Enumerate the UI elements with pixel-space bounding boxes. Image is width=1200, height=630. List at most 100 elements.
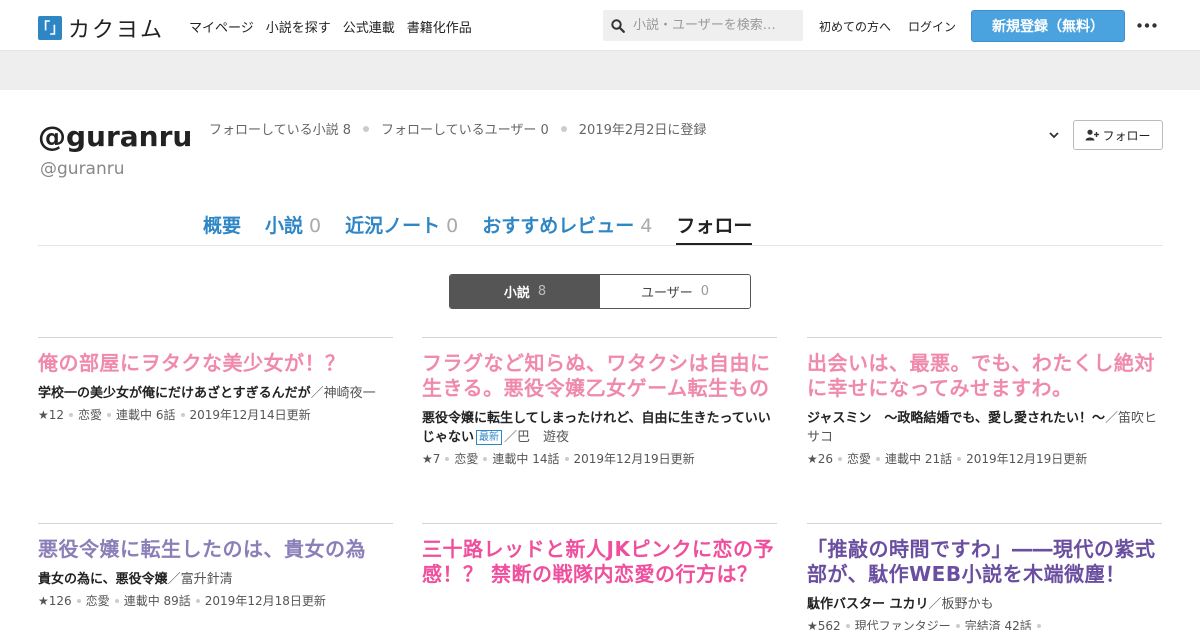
genre[interactable]: 恋愛 <box>454 452 478 466</box>
novel-card: 「推敲の時間ですわ」――現代の紫式部が、駄作WEB小説を木端微塵！ 駄作バスター… <box>807 523 1162 630</box>
separator-dot <box>76 599 81 603</box>
nav-mypage[interactable]: マイページ <box>189 17 254 36</box>
updated-date: 2019年12月18日更新 <box>204 594 326 608</box>
follow-type-switch: 小説 8 ユーザー 0 <box>449 274 751 309</box>
separator-dot <box>1036 624 1041 628</box>
search-icon[interactable] <box>603 10 633 41</box>
separator-dot <box>195 599 200 603</box>
tab-overview[interactable]: 概要 <box>203 211 241 246</box>
star-count: ★12 <box>38 408 65 422</box>
novel-card: 悪役令嬢に転生したのは、貴女の為 貴女の為に、悪役令嬢／富升針清 ★126 恋愛連… <box>38 523 393 609</box>
episode-status: 完結済 42話 <box>964 619 1032 630</box>
star-count: ★26 <box>807 452 834 466</box>
novel-catchphrase: ジャスミン 〜政略結婚でも、愛し愛されたい！〜／笛吹ヒサコ <box>807 409 1162 447</box>
separator-dot <box>876 457 881 461</box>
following-users-count[interactable]: フォローしているユーザー 0 <box>381 119 549 138</box>
novel-title[interactable]: 三十路レッドと新人JKピンクに恋の予感！？ 禁断の戦隊内恋愛の行方は？ <box>422 537 777 587</box>
genre[interactable]: 恋愛 <box>78 408 102 422</box>
novel-meta: ★7 恋愛 連載中 14話 2019年12月19日更新 <box>422 451 777 467</box>
following-novels-count[interactable]: フォローしている小説 8 <box>209 119 351 138</box>
segment-count: 8 <box>537 284 547 299</box>
site-header: 「」 カクヨム マイページ 小説を探す 公式連載 書籍化作品 初めての方へ ログ… <box>0 0 1200 51</box>
novel-title[interactable]: 悪役令嬢に転生したのは、貴女の為 <box>38 537 393 562</box>
separator-dot <box>445 457 450 461</box>
novel-catchphrase: 駄作バスター ユカリ／板野かも <box>807 595 1162 614</box>
episode-status: 連載中 89話 <box>123 594 191 608</box>
separator-dot <box>560 125 567 132</box>
nav-official-series[interactable]: 公式連載 <box>343 17 395 36</box>
novel-card: 俺の部屋にヲタクな美少女が！？ 学校一の美少女が俺にだけあざとすぎるんだが／神崎… <box>38 337 393 423</box>
search-input[interactable] <box>633 18 793 33</box>
separator-dot <box>107 413 112 417</box>
genre[interactable]: 恋愛 <box>86 594 110 608</box>
separator-dot <box>114 599 119 603</box>
episode-status: 連載中 6話 <box>116 408 176 422</box>
separator-dot <box>838 457 843 461</box>
segment-novels[interactable]: 小説 8 <box>450 275 600 308</box>
profile-stats: フォローしている小説 8 フォローしているユーザー 0 2019年2月2日に登録 <box>209 119 706 138</box>
separator-dot <box>957 457 962 461</box>
segment-count: 0 <box>700 284 710 299</box>
novel-card: 三十路レッドと新人JKピンクに恋の予感！？ 禁断の戦隊内恋愛の行方は？ <box>422 523 777 587</box>
genre[interactable]: 恋愛 <box>847 452 871 466</box>
novel-catchphrase: 学校一の美少女が俺にだけあざとすぎるんだが／神崎夜一 <box>38 384 393 403</box>
genre[interactable]: 現代ファンタジー <box>855 619 951 630</box>
star-count: ★126 <box>38 594 72 608</box>
tab-count: 0 <box>446 215 459 237</box>
nav-find-novels[interactable]: 小説を探す <box>266 17 331 36</box>
star-count: ★562 <box>807 619 841 630</box>
segment-label: ユーザー <box>640 286 693 301</box>
tab-updates[interactable]: 近況ノート 0 <box>345 211 458 246</box>
novel-card: 出会いは、最悪。でも、わたくし絶対に幸せになってみせますわ。 ジャスミン 〜政略… <box>807 337 1162 467</box>
segment-users[interactable]: ユーザー 0 <box>600 275 750 308</box>
separator-dot <box>955 624 960 628</box>
new-badge: 最新 <box>476 430 503 445</box>
add-user-icon <box>1085 129 1100 141</box>
tab-label: 近況ノート <box>345 215 441 237</box>
tabs-divider <box>38 245 1163 246</box>
separator-dot <box>564 457 569 461</box>
tab-label: フォロー <box>676 215 753 237</box>
novel-title[interactable]: 出会いは、最悪。でも、わたくし絶対に幸せになってみせますわ。 <box>807 351 1162 401</box>
catch-text: 貴女の為に、悪役令嬢 <box>38 572 168 587</box>
author-link[interactable]: ／巴 遊夜 <box>504 430 569 445</box>
tab-count: 4 <box>640 215 653 237</box>
tab-novels[interactable]: 小説 0 <box>265 211 321 246</box>
signup-button[interactable]: 新規登録（無料） <box>971 10 1125 42</box>
tab-reviews[interactable]: おすすめレビュー 4 <box>482 211 652 246</box>
tab-label: 小説 <box>265 215 304 237</box>
separator-dot <box>180 413 185 417</box>
follow-button[interactable]: フォロー <box>1073 120 1163 150</box>
tab-label: おすすめレビュー <box>482 215 635 237</box>
tab-count: 0 <box>309 215 322 237</box>
novel-meta: ★126 恋愛 連載中 89話 2019年12月18日更新 <box>38 593 393 609</box>
catch-text: ジャスミン 〜政略結婚でも、愛し愛されたい！〜 <box>807 411 1105 426</box>
logo-text: カクヨム <box>68 18 165 43</box>
login-link[interactable]: ログイン <box>908 18 956 35</box>
site-logo[interactable]: 「」 カクヨム <box>36 12 165 44</box>
separator-dot <box>69 413 74 417</box>
chevron-down-icon[interactable] <box>1046 127 1062 143</box>
author-link[interactable]: ／富升針清 <box>168 572 233 587</box>
star-count: ★7 <box>422 452 441 466</box>
author-link[interactable]: ／板野かも <box>929 597 994 612</box>
tab-follow[interactable]: フォロー <box>676 211 753 246</box>
episode-status: 連載中 21話 <box>885 452 953 466</box>
novel-title[interactable]: 「推敲の時間ですわ」――現代の紫式部が、駄作WEB小説を木端微塵！ <box>807 537 1162 587</box>
registered-date: 2019年2月2日に登録 <box>578 123 707 138</box>
catch-text: 学校一の美少女が俺にだけあざとすぎるんだが <box>38 386 311 401</box>
updated-date: 2019年12月14日更新 <box>189 408 311 422</box>
novel-catchphrase: 貴女の為に、悪役令嬢／富升針清 <box>38 570 393 589</box>
nav-published-works[interactable]: 書籍化作品 <box>407 17 472 36</box>
novel-title[interactable]: 俺の部屋にヲタクな美少女が！？ <box>38 351 393 376</box>
segment-label: 小説 <box>503 286 530 301</box>
novel-catchphrase: 悪役令嬢に転生してしまったけれど、自由に生きたっていいじゃない 最新 ／巴 遊夜 <box>422 409 777 447</box>
first-time-link[interactable]: 初めての方へ <box>819 18 891 35</box>
more-menu-icon[interactable] <box>1136 14 1158 36</box>
author-link[interactable]: ／神崎夜一 <box>311 386 376 401</box>
novel-title[interactable]: フラグなど知らぬ、ワタクシは自由に生きる。悪役令嬢乙女ゲーム転生もの <box>422 351 777 401</box>
updated-date: 2019年12月19日更新 <box>966 452 1088 466</box>
separator-dot <box>483 457 488 461</box>
search-box[interactable] <box>603 10 803 41</box>
separator-dot <box>363 125 370 132</box>
